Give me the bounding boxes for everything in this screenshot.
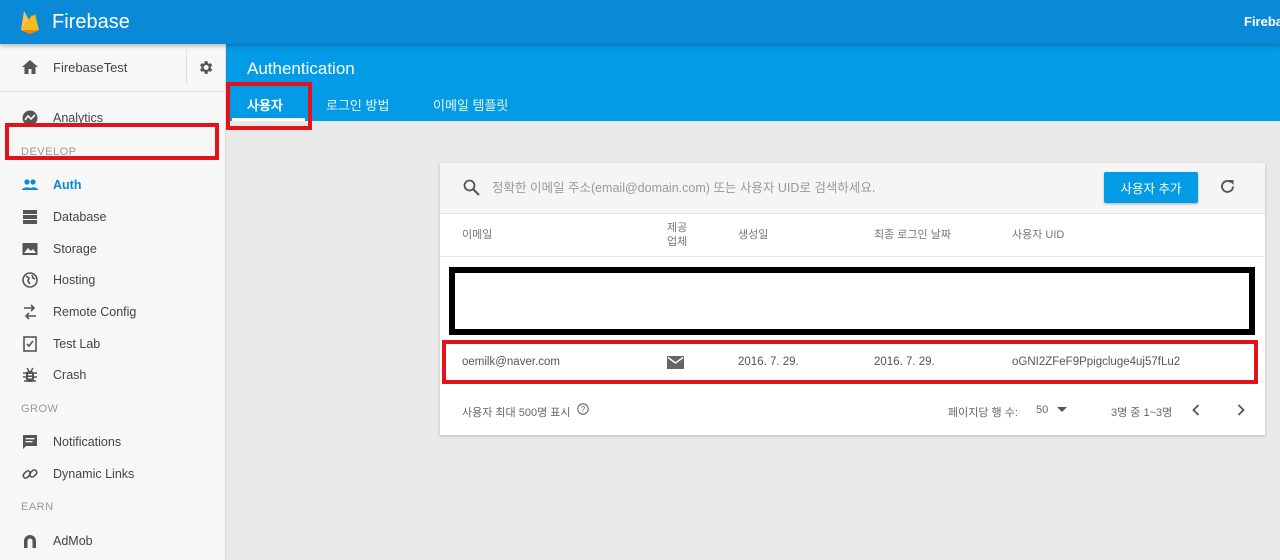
column-header-created[interactable]: 생성일 <box>738 229 768 242</box>
highlight-box-users-tab <box>226 82 312 130</box>
chevron-down-icon[interactable] <box>1057 407 1067 413</box>
svg-text:?: ? <box>581 405 586 414</box>
tab-sign-in-method[interactable]: 로그인 방법 <box>326 95 389 114</box>
max-users-text: 사용자 최대 500명 표시 <box>462 407 571 419</box>
top-app-bar: Firebase Firebase <box>0 0 1280 44</box>
rows-per-page-label: 페이지당 행 수: <box>948 407 1018 419</box>
column-header-uid[interactable]: 사용자 UID <box>1012 229 1064 242</box>
database-icon <box>23 210 37 224</box>
globe-icon <box>22 272 38 288</box>
pagination-range: 3명 중 1~3명 <box>1111 407 1173 419</box>
sidebar-item-dynamic-links[interactable]: Dynamic Links <box>0 459 225 489</box>
sidebar-item-notifications[interactable]: Notifications <box>0 427 225 457</box>
storage-icon <box>22 243 38 255</box>
project-name: FirebaseTest <box>53 60 128 75</box>
column-header-provider-line1[interactable]: 제공 <box>667 222 687 235</box>
column-header-email[interactable]: 이메일 <box>462 229 492 242</box>
link-icon <box>22 469 38 479</box>
top-right-label[interactable]: Firebase <box>1244 14 1280 29</box>
firebase-logo-icon[interactable] <box>20 9 40 35</box>
column-header-provider-line2[interactable]: 업체 <box>667 236 687 249</box>
gear-icon[interactable] <box>197 59 214 76</box>
tab-email-templates[interactable]: 이메일 템플릿 <box>433 95 508 114</box>
divider <box>186 50 187 84</box>
remote-config-icon <box>24 304 36 320</box>
sidebar-item-label: Dynamic Links <box>53 467 135 481</box>
sidebar: FirebaseTest Analytics DEVELOP Auth Data… <box>0 44 226 560</box>
search-input[interactable] <box>492 177 1092 199</box>
chevron-right-icon[interactable] <box>1237 404 1245 416</box>
redaction-box <box>449 267 1255 335</box>
rows-per-page-value[interactable]: 50 <box>1036 404 1048 416</box>
bug-icon <box>23 367 37 382</box>
search-icon <box>463 179 480 196</box>
sidebar-item-label: Remote Config <box>53 305 137 319</box>
section-title-grow: GROW <box>21 403 59 415</box>
sidebar-item-label: Test Lab <box>53 337 101 351</box>
admob-icon <box>24 535 36 548</box>
brand-title[interactable]: Firebase <box>52 11 130 34</box>
sidebar-item-label: Hosting <box>53 273 96 287</box>
sidebar-item-storage[interactable]: Storage <box>0 234 225 264</box>
people-icon <box>22 179 38 190</box>
page-header: Authentication 사용자 로그인 방법 이메일 템플릿 <box>226 44 1280 121</box>
sidebar-item-label: Notifications <box>53 435 122 449</box>
add-user-button[interactable]: 사용자 추가 <box>1104 172 1198 203</box>
chat-icon <box>23 435 37 449</box>
refresh-icon[interactable] <box>1219 178 1236 195</box>
sidebar-item-label: AdMob <box>53 534 93 548</box>
sidebar-item-label: Storage <box>53 242 97 256</box>
project-selector[interactable]: FirebaseTest <box>0 44 225 92</box>
header-divider <box>440 256 1265 257</box>
highlight-box-user-row <box>442 340 1258 384</box>
home-icon <box>22 60 38 74</box>
sidebar-item-database[interactable]: Database <box>0 202 225 232</box>
sidebar-item-remote-config[interactable]: Remote Config <box>0 297 225 327</box>
sidebar-item-hosting[interactable]: Hosting <box>0 265 225 295</box>
sidebar-item-crash[interactable]: Crash <box>0 360 225 390</box>
page-title: Authentication <box>247 59 355 78</box>
sidebar-item-test-lab[interactable]: Test Lab <box>0 329 225 359</box>
sidebar-item-label: Crash <box>53 368 87 382</box>
highlight-box-auth <box>5 123 219 160</box>
sidebar-item-admob[interactable]: AdMob <box>0 526 225 556</box>
sidebar-item-label: Auth <box>53 178 82 192</box>
column-header-last-login[interactable]: 최종 로그인 날짜 <box>874 229 951 242</box>
sidebar-item-label: Database <box>53 210 107 224</box>
chevron-left-icon[interactable] <box>1192 404 1200 416</box>
test-lab-icon <box>23 336 37 352</box>
search-toolbar: 사용자 추가 <box>440 163 1265 214</box>
sidebar-item-auth[interactable]: Auth <box>0 170 225 200</box>
help-icon[interactable]: ? <box>577 403 589 415</box>
section-title-earn: EARN <box>21 501 54 513</box>
